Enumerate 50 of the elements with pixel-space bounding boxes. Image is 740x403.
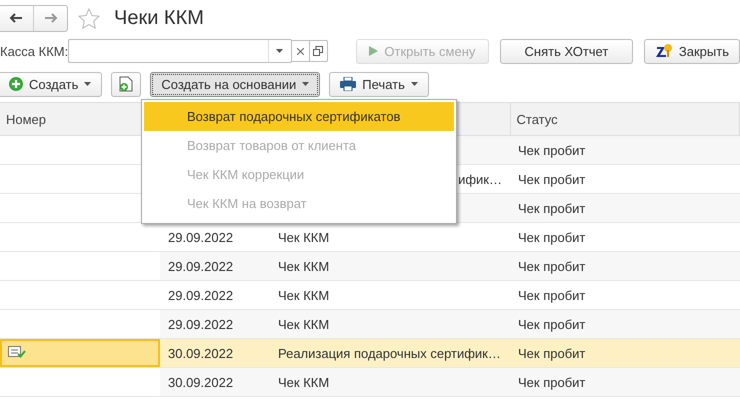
open-button[interactable]: [310, 40, 328, 62]
caret-icon: [276, 49, 283, 53]
column-header[interactable]: Статус: [510, 102, 740, 136]
caret-icon: [84, 82, 92, 86]
cash-register-field[interactable]: [68, 39, 292, 63]
table-cell: Чек пробит: [518, 230, 586, 244]
table-cell: Чек ККМ: [278, 258, 330, 274]
plus-icon: [9, 77, 23, 91]
play-icon: [369, 46, 378, 56]
create-copy-button[interactable]: [111, 72, 142, 96]
x-report-button[interactable]: Снять ХОтчет: [500, 38, 633, 64]
forward-arrow-icon: [44, 13, 58, 23]
table-cell: ифик…: [458, 172, 502, 186]
table-cell: 30.09.2022: [168, 346, 234, 360]
create-based-on-button[interactable]: Создать на основании: [150, 72, 320, 96]
table-cell: Чек ККМ: [278, 374, 330, 390]
create-button[interactable]: Создать: [0, 72, 102, 96]
table-cell: Чек пробит: [518, 316, 586, 332]
report-icon: [654, 43, 673, 59]
field-label: Касса ККМ:: [0, 44, 68, 58]
posted-document-icon: [8, 344, 26, 358]
table-cell: 29.09.2022: [168, 230, 234, 244]
print-button[interactable]: Печать: [329, 72, 429, 96]
caret-icon: [302, 82, 310, 86]
table-cell: Чек пробит: [518, 288, 586, 302]
table-cell: Чек пробит: [518, 172, 586, 186]
table-cell: Чек пробит: [518, 142, 586, 158]
table-cell: Чек пробит: [518, 346, 586, 360]
close-icon: [296, 48, 304, 54]
table-cell: 29.09.2022: [168, 258, 234, 274]
star-icon[interactable]: [78, 8, 100, 28]
table-cell: Чек пробит: [518, 200, 586, 216]
close-button[interactable]: Закрыть: [644, 38, 740, 64]
table-cell: Чек ККМ: [278, 288, 330, 302]
menu-item[interactable]: Возврат подарочных сертификатов: [144, 102, 454, 131]
back-arrow-icon: [9, 13, 23, 23]
table-cell: 29.09.2022: [168, 316, 234, 332]
table-cell: 29.09.2022: [168, 288, 234, 302]
table-cell: Чек ККМ: [278, 316, 330, 332]
window-title: Чеки ККМ: [114, 6, 204, 30]
table-cell: Реализация подарочных сертифик…: [278, 346, 501, 360]
caret-icon: [410, 82, 418, 86]
open-window-icon: [313, 46, 324, 56]
table-cell: Чек пробит: [518, 374, 586, 390]
table-cell: Чек ККМ: [278, 230, 330, 244]
printer-icon: [340, 77, 356, 91]
table-cell: Чек пробит: [518, 258, 586, 274]
table-cell: 30.09.2022: [168, 374, 234, 390]
clear-button[interactable]: [292, 40, 310, 62]
new-document-icon: [119, 76, 134, 92]
